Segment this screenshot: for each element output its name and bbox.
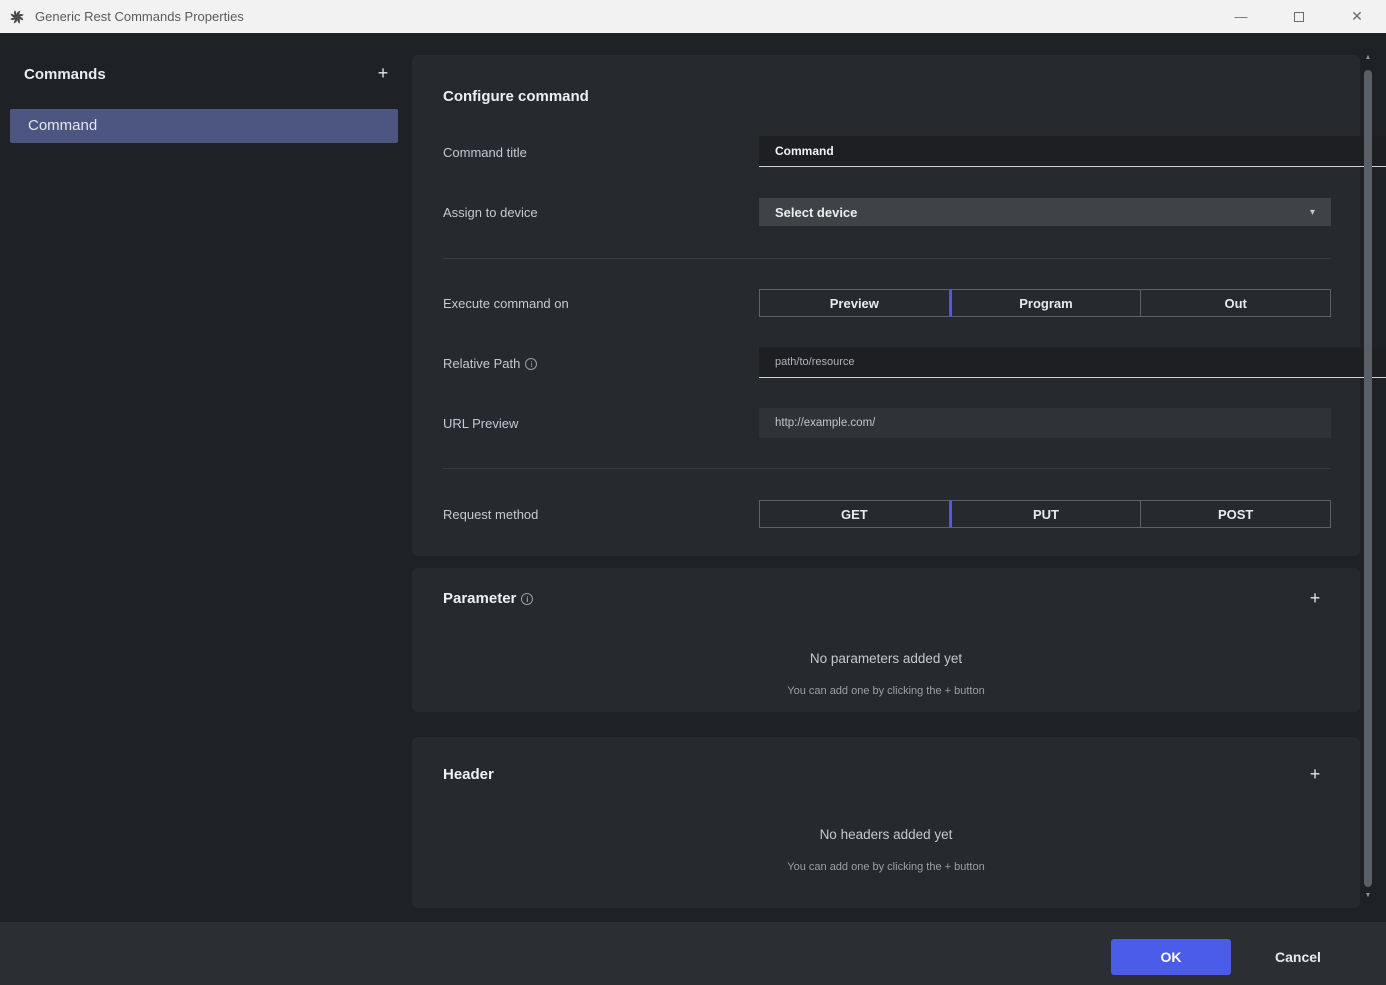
url-preview-label: URL Preview [443, 416, 518, 431]
parameter-card: Parameter i + No parameters added yet You… [412, 568, 1360, 712]
commands-list-title: Commands [24, 66, 106, 83]
header-card: Header + No headers added yet You can ad… [412, 737, 1360, 908]
parameter-empty-title: No parameters added yet [412, 651, 1360, 666]
execute-on-preview-button[interactable]: Preview [759, 289, 950, 317]
header-title: Header [443, 766, 494, 783]
command-title-input[interactable] [759, 136, 1386, 167]
assign-device-label: Assign to device [443, 205, 538, 220]
plus-icon: + [1310, 588, 1321, 608]
info-icon: i [521, 593, 533, 605]
sidebar-item-label: Command [28, 117, 97, 134]
relative-path-label-text: Relative Path [443, 356, 520, 371]
parameter-empty-hint: You can add one by clicking the + button [412, 685, 1360, 697]
ok-button[interactable]: OK [1111, 939, 1231, 975]
command-title-label: Command title [443, 145, 527, 160]
dialog-footer: OK Cancel [0, 922, 1386, 985]
request-method-put-button[interactable]: PUT [950, 500, 1142, 528]
chevron-down-icon: ▾ [1310, 207, 1315, 218]
dialog-body: Commands + Command Configure command Com… [0, 33, 1386, 922]
assign-device-value: Select device [775, 205, 1310, 220]
sidebar-item-command[interactable]: Command [10, 109, 398, 143]
request-method-label: Request method [443, 507, 538, 522]
request-method-post-button[interactable]: POST [1141, 500, 1331, 528]
parameter-title: Parameter i [443, 590, 533, 607]
request-method-segmented-control: GET PUT POST [759, 500, 1331, 528]
parameter-title-text: Parameter [443, 590, 516, 607]
execute-on-program-button[interactable]: Program [950, 289, 1142, 317]
add-parameter-button[interactable]: + [1304, 587, 1326, 609]
request-method-get-button[interactable]: GET [759, 500, 950, 528]
info-icon: i [525, 358, 537, 370]
minimize-button[interactable]: — [1212, 0, 1270, 33]
assign-device-dropdown[interactable]: Select device ▾ [759, 198, 1331, 226]
execute-on-label: Execute command on [443, 296, 569, 311]
relative-path-input[interactable] [759, 347, 1386, 378]
maximize-icon [1294, 12, 1304, 22]
execute-on-out-button[interactable]: Out [1141, 289, 1331, 317]
scrollbar-thumb[interactable] [1364, 70, 1372, 887]
add-command-button[interactable]: + [372, 62, 394, 84]
header-empty-title: No headers added yet [412, 827, 1360, 842]
window-title: Generic Rest Commands Properties [35, 9, 244, 24]
plus-icon: + [378, 63, 389, 83]
minimize-icon: — [1235, 9, 1248, 24]
divider [443, 468, 1331, 469]
scroll-down-icon[interactable]: ▼ [1361, 892, 1375, 899]
app-pinwheel-icon [8, 8, 26, 26]
configure-command-title: Configure command [443, 88, 589, 105]
close-icon: ✕ [1351, 8, 1363, 25]
add-header-button[interactable]: + [1304, 763, 1326, 785]
commands-sidebar: Commands + Command [0, 33, 412, 922]
divider [443, 258, 1331, 259]
titlebar: Generic Rest Commands Properties — ✕ [0, 0, 1386, 33]
configure-command-card: Configure command Command title Assign t… [412, 55, 1360, 556]
maximize-button[interactable] [1270, 0, 1328, 33]
scroll-up-icon[interactable]: ▲ [1361, 54, 1375, 61]
close-button[interactable]: ✕ [1328, 0, 1386, 33]
vertical-scrollbar[interactable]: ▲ ▼ [1361, 40, 1375, 910]
url-preview-field: http://example.com/ [759, 408, 1331, 438]
execute-on-segmented-control: Preview Program Out [759, 289, 1331, 317]
cancel-button[interactable]: Cancel [1258, 939, 1338, 975]
header-empty-hint: You can add one by clicking the + button [412, 861, 1360, 873]
relative-path-label: Relative Path i [443, 356, 537, 371]
plus-icon: + [1310, 764, 1321, 784]
